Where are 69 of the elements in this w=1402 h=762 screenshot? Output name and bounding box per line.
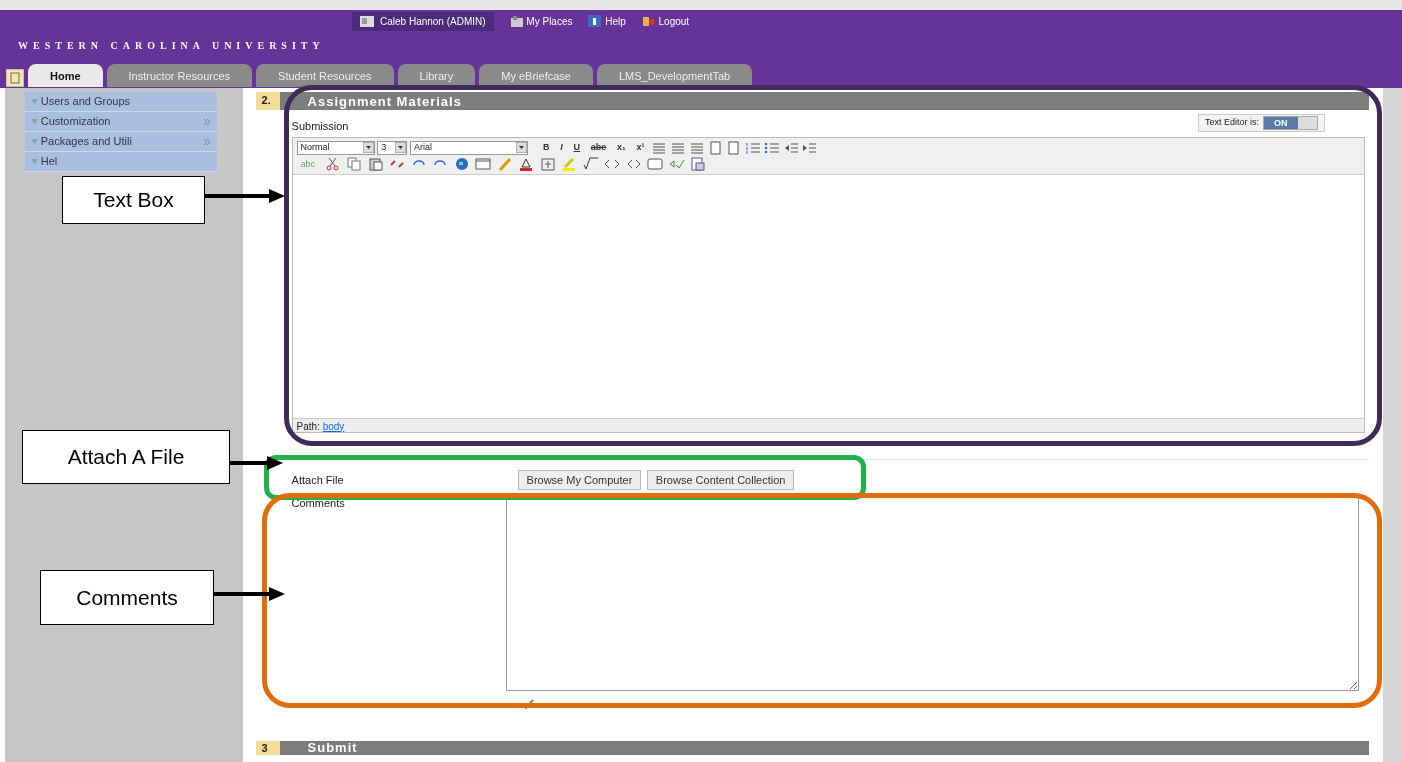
section-number: 2. [255, 92, 280, 110]
document-icon[interactable] [707, 140, 724, 155]
numbered-list-icon[interactable] [745, 140, 762, 155]
insert-icon[interactable] [539, 157, 556, 172]
path-label: Path: [296, 419, 320, 432]
text-editor[interactable]: Normal 3 Arial B I U abe x₁ x¹ abc Path: body [291, 136, 1365, 433]
square-root-icon[interactable] [582, 157, 599, 172]
paste-icon[interactable] [367, 157, 384, 172]
callout-label: Text Box [62, 176, 205, 224]
user-icon [360, 15, 374, 27]
header-link[interactable]: Logout [641, 13, 690, 29]
pointer-arrow [230, 456, 283, 470]
browse-button[interactable]: Browse Content Collection [646, 469, 795, 491]
section-number: 3 [255, 741, 280, 755]
field-label: Submission [291, 119, 349, 134]
sidebar-item[interactable]: Hel [25, 152, 217, 172]
header-link[interactable]: My Places [509, 13, 573, 29]
callout-label: Attach A File [22, 430, 230, 484]
section-title: Assignment Materials [279, 92, 1370, 110]
window-icon[interactable] [647, 157, 664, 172]
pointer-arrow [214, 587, 285, 601]
sidebar-item[interactable]: Packages and Utili [25, 132, 217, 152]
format-button[interactable]: U [569, 140, 585, 155]
format-button[interactable]: B [539, 140, 554, 155]
caret-icon [395, 142, 407, 153]
dropdown[interactable]: Normal [296, 140, 375, 155]
help-icon [588, 14, 603, 28]
frame-icon[interactable] [475, 157, 492, 172]
user-name: Caleb Hannon (ADMIN) [380, 14, 486, 29]
university-brand: WESTERN CAROLINA UNIVERSITY [18, 39, 325, 53]
chevron-icon [202, 117, 211, 126]
caret-icon [362, 142, 374, 153]
triangle-icon [31, 118, 38, 125]
browse-button[interactable]: Browse My Computer [517, 469, 642, 491]
sidebar-item[interactable]: Users and Groups [25, 92, 217, 112]
triangle-icon [31, 138, 38, 145]
editor-toggle[interactable]: Text Editor is: ON [1198, 114, 1326, 132]
path-link[interactable]: body [322, 418, 345, 432]
triangle-icon [31, 158, 38, 165]
tab[interactable]: Home [28, 63, 103, 87]
format-button[interactable]: x¹ [632, 140, 649, 155]
globe-icon[interactable] [453, 157, 470, 172]
font-color-icon[interactable] [518, 157, 535, 172]
preview-icon[interactable] [690, 157, 707, 172]
caret-icon [516, 142, 528, 153]
callout-label: Comments [40, 570, 214, 625]
section-title: Submit [279, 741, 1370, 755]
chevron-icon [202, 137, 211, 146]
format-button[interactable]: I [556, 140, 567, 155]
dropdown[interactable]: 3 [377, 140, 408, 155]
header-link[interactable]: Help [588, 13, 626, 29]
field-label: Comments [291, 495, 346, 511]
triangle-icon [31, 98, 38, 105]
places-icon [509, 14, 524, 28]
pencil-icon[interactable] [496, 157, 513, 172]
field-label: Attach File [291, 472, 345, 488]
bullet-list-icon[interactable] [763, 140, 780, 155]
user-badge[interactable]: Caleb Hannon (ADMIN) [352, 11, 494, 31]
dropdown[interactable]: Arial [410, 140, 529, 155]
copy-icon[interactable] [346, 157, 363, 172]
align-right-icon[interactable] [688, 140, 705, 155]
format-button[interactable]: abe [586, 140, 611, 155]
format-button[interactable]: x₁ [613, 140, 630, 155]
align-center-icon[interactable] [670, 140, 687, 155]
logout-icon [641, 14, 656, 28]
scissors-icon[interactable] [324, 157, 341, 172]
align-left-icon[interactable] [651, 140, 668, 155]
indent-icon[interactable] [801, 140, 818, 155]
sidebar-item[interactable]: Customization [25, 112, 217, 132]
